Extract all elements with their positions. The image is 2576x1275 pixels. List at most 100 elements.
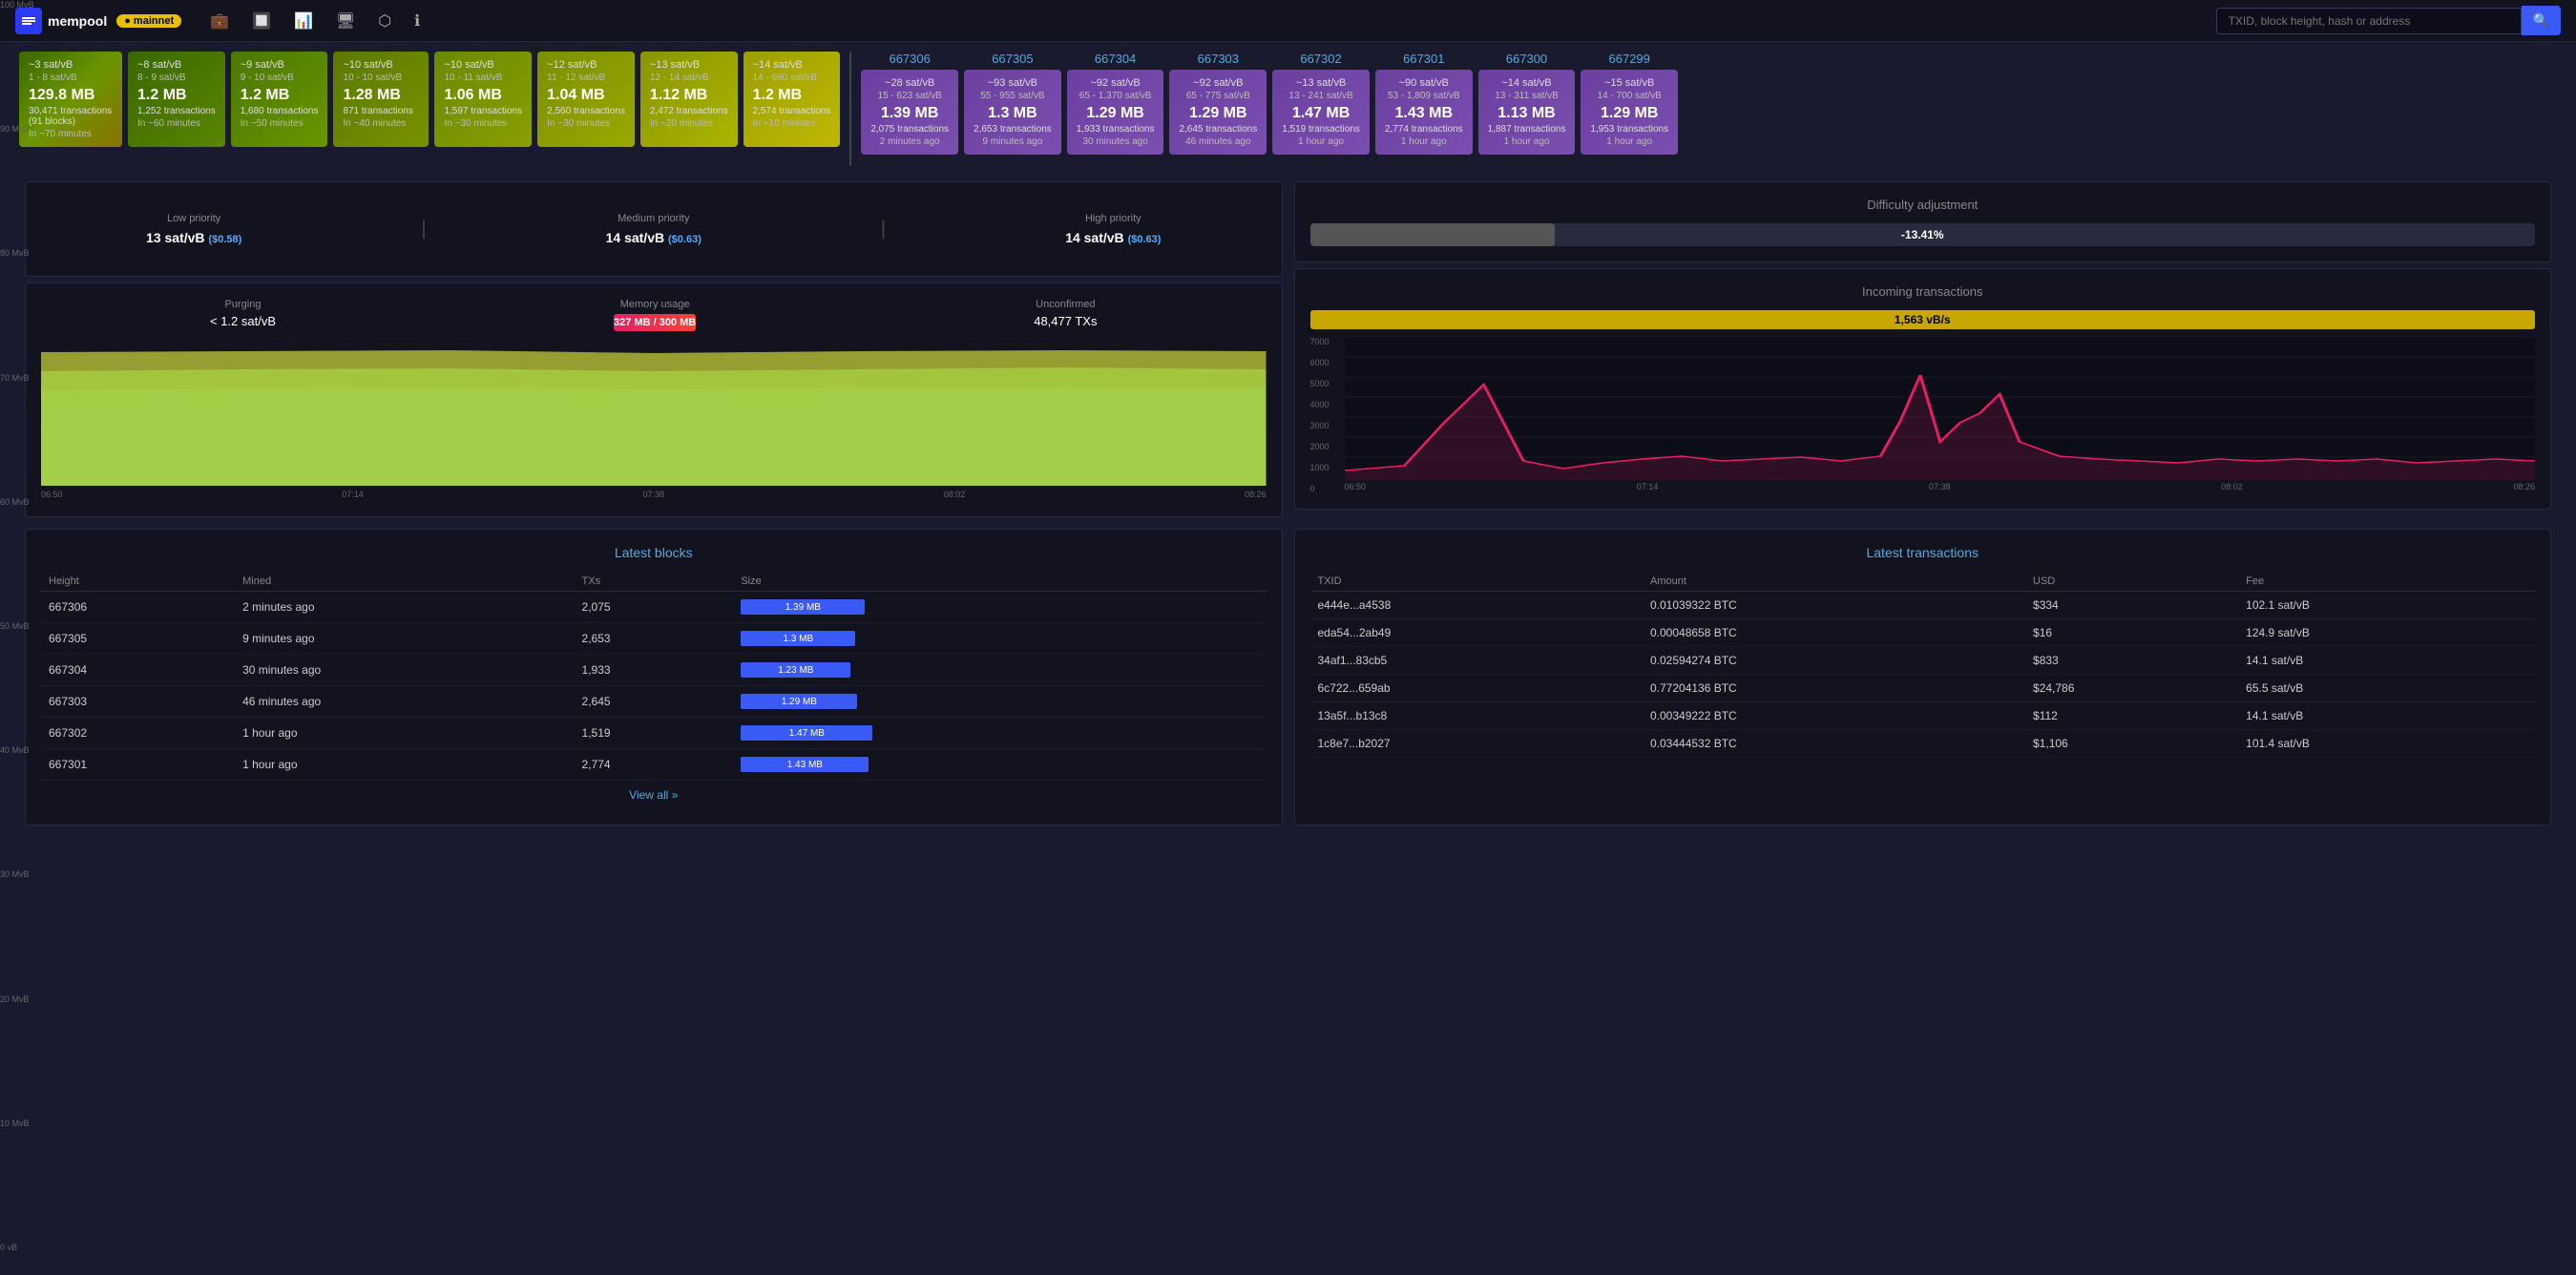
difficulty-title: Difficulty adjustment [1310,198,2536,212]
tx-amount-3: 0.77204136 BTC [1643,675,2025,702]
block-height-5[interactable]: 667301 [41,749,235,781]
nav-chart[interactable]: 📊 [284,6,323,36]
block-height-3[interactable]: 667303 [41,686,235,718]
tx-txid-4[interactable]: 13a5f...b13c8 [1310,702,1643,730]
pending-block-7[interactable]: ~14 sat/vB 14 - 690 sat/vB 1.2 MB 2,574 … [743,52,841,147]
block-height-2[interactable]: 667304 [41,655,235,686]
confirmed-block-5[interactable]: ~90 sat/vB 53 - 1,809 sat/vB 1.43 MB 2,7… [1375,70,1473,155]
tx-txid-2[interactable]: 34af1...83cb5 [1310,647,1643,675]
block-size-2: 1.23 MB [733,655,1266,686]
incoming-chart-container: 70006000500040003000200010000 [1310,337,2536,493]
fee-high: High priority 14 sat/vB ($0.63) [1065,213,1161,245]
confirmed-block-3[interactable]: ~92 sat/vB 65 - 775 sat/vB 1.29 MB 2,645… [1169,70,1267,155]
nav-server[interactable]: 🔲 [242,6,281,36]
tx-usd-5: $1,106 [2025,730,2238,758]
nav-network[interactable]: ⬡ [368,6,401,36]
view-all-blocks[interactable]: View all » [41,781,1267,809]
confirmed-block-2[interactable]: ~92 sat/vB 65 - 1,370 sat/vB 1.29 MB 1,9… [1067,70,1164,155]
difficulty-bar: -13.41% [1310,223,2536,246]
incoming-title: Incoming transactions [1310,284,2536,299]
size-bar-1: 1.3 MB [741,631,855,646]
block-row-3: 667303 46 minutes ago 2,645 1.29 MB [41,686,1267,718]
tx-txid-3[interactable]: 6c722...659ab [1310,675,1643,702]
tx-usd-3: $24,786 [2025,675,2238,702]
pending-block-4[interactable]: ~10 sat/vB 10 - 11 sat/vB 1.06 MB 1,597 … [434,52,532,147]
incoming-x-labels: 06:5007:1407:3808:0208:26 [1345,480,2536,493]
mempool-panel: Purging < 1.2 sat/vB Memory usage 327 MB… [25,282,1283,517]
confirmed-block-1[interactable]: ~93 sat/vB 55 - 955 sat/vB 1.3 MB 2,653 … [964,70,1061,155]
tx-usd-1: $16 [2025,619,2238,647]
size-bar-4: 1.47 MB [741,725,872,741]
search-button[interactable]: 🔍 [2522,6,2561,35]
tx-col-usd: USD [2025,572,2238,592]
pending-block-6[interactable]: ~13 sat/vB 12 - 14 sat/vB 1.12 MB 2,472 … [640,52,738,147]
tx-amount-1: 0.00048658 BTC [1643,619,2025,647]
tx-row-3: 6c722...659ab 0.77204136 BTC $24,786 65.… [1310,675,2536,702]
nav-wallet[interactable]: 💼 [200,6,239,36]
confirmed-block-6-wrapper: 667300 ~14 sat/vB 13 - 311 sat/vB 1.13 M… [1478,52,1576,155]
tx-txid-0[interactable]: e444e...a4538 [1310,592,1643,619]
nav-info[interactable]: ℹ [405,6,429,36]
block-size-0: 1.39 MB [733,592,1266,623]
latest-tx-table: TXID Amount USD Fee e444e...a4538 0.0103… [1310,572,2536,758]
latest-tx-title: Latest transactions [1310,545,2536,560]
header-search: 🔍 [2216,6,2561,35]
memory-stat: Memory usage 327 MB / 300 MB [614,299,696,335]
tx-col-fee: Fee [2238,572,2535,592]
tx-fee-5: 101.4 sat/vB [2238,730,2535,758]
confirmed-block-1-wrapper: 667305 ~93 sat/vB 55 - 955 sat/vB 1.3 MB… [964,52,1061,155]
size-bar-3: 1.29 MB [741,694,857,709]
mempool-stats: Purging < 1.2 sat/vB Memory usage 327 MB… [41,299,1267,335]
pending-block-1[interactable]: ~8 sat/vB 8 - 9 sat/vB 1.2 MB 1,252 tran… [128,52,225,147]
header: mempool ● mainnet 💼 🔲 📊 🖥 ⬡ ℹ 🔍 [0,0,2576,42]
confirmed-block-7-wrapper: 667299 ~15 sat/vB 14 - 700 sat/vB 1.29 M… [1581,52,1678,155]
difficulty-label: -13.41% [1901,228,1944,241]
block-height-0[interactable]: 667306 [41,592,235,623]
confirmed-block-7[interactable]: ~15 sat/vB 14 - 700 sat/vB 1.29 MB 1,953… [1581,70,1678,155]
block-height-4[interactable]: 667302 [41,718,235,749]
tx-row-2: 34af1...83cb5 0.02594274 BTC $833 14.1 s… [1310,647,2536,675]
confirmed-blocks: 667306 ~28 sat/vB 15 - 623 sat/vB 1.39 M… [861,52,2557,155]
pending-block-5[interactable]: ~12 sat/vB 11 - 12 sat/vB 1.04 MB 2,560 … [537,52,635,147]
network-badge[interactable]: ● mainnet [116,14,181,28]
search-input[interactable] [2216,8,2522,34]
pending-block-2[interactable]: ~9 sat/vB 9 - 10 sat/vB 1.2 MB 1,680 tra… [231,52,328,147]
size-bar-0: 1.39 MB [741,599,865,615]
tx-txid-5[interactable]: 1c8e7...b2027 [1310,730,1643,758]
confirmed-block-5-wrapper: 667301 ~90 sat/vB 53 - 1,809 sat/vB 1.43… [1375,52,1473,155]
tx-txid-1[interactable]: eda54...2ab49 [1310,619,1643,647]
block-mined-1: 9 minutes ago [235,623,574,655]
confirmed-block-4[interactable]: ~13 sat/vB 13 - 241 sat/vB 1.47 MB 1,519… [1272,70,1370,155]
block-row-1: 667305 9 minutes ago 2,653 1.3 MB [41,623,1267,655]
block-mined-3: 46 minutes ago [235,686,574,718]
tx-amount-2: 0.02594274 BTC [1643,647,2025,675]
confirmed-block-6[interactable]: ~14 sat/vB 13 - 311 sat/vB 1.13 MB 1,887… [1478,70,1576,155]
pending-blocks: ~3 sat/vB 1 - 8 sat/vB 129.8 MB 30,471 t… [19,52,840,147]
confirmed-block-0[interactable]: ~28 sat/vB 15 - 623 sat/vB 1.39 MB 2,075… [861,70,958,155]
block-txs-5: 2,774 [575,749,734,781]
tx-row-4: 13a5f...b13c8 0.00349222 BTC $112 14.1 s… [1310,702,2536,730]
nav-monitor[interactable]: 🖥 [326,6,365,36]
col-size: Size [733,572,1266,592]
tx-amount-0: 0.01039322 BTC [1643,592,2025,619]
block-height-1[interactable]: 667305 [41,623,235,655]
block-mined-5: 1 hour ago [235,749,574,781]
tx-row-5: 1c8e7...b2027 0.03444532 BTC $1,106 101.… [1310,730,2536,758]
block-mined-4: 1 hour ago [235,718,574,749]
confirmed-block-0-number: 667306 [861,52,958,66]
incoming-y-labels: 70006000500040003000200010000 [1310,337,1345,493]
block-txs-1: 2,653 [575,623,734,655]
confirmed-block-0-wrapper: 667306 ~28 sat/vB 15 - 623 sat/vB 1.39 M… [861,52,958,155]
header-nav: 💼 🔲 📊 🖥 ⬡ ℹ [200,6,429,36]
latest-blocks-panel: Latest blocks Height Mined TXs Size 6673… [25,529,1283,826]
fee-low: Low priority 13 sat/vB ($0.58) [146,213,241,245]
pending-block-3[interactable]: ~10 sat/vB 10 - 10 sat/vB 1.28 MB 871 tr… [333,52,429,147]
tx-usd-2: $833 [2025,647,2238,675]
tx-row-1: eda54...2ab49 0.00048658 BTC $16 124.9 s… [1310,619,2536,647]
confirmed-block-4-wrapper: 667302 ~13 sat/vB 13 - 241 sat/vB 1.47 M… [1272,52,1370,155]
tx-col-txid: TXID [1310,572,1643,592]
block-size-4: 1.47 MB [733,718,1266,749]
latest-blocks-table: Height Mined TXs Size 667306 2 minutes a… [41,572,1267,781]
block-txs-4: 1,519 [575,718,734,749]
tx-fee-3: 65.5 sat/vB [2238,675,2535,702]
